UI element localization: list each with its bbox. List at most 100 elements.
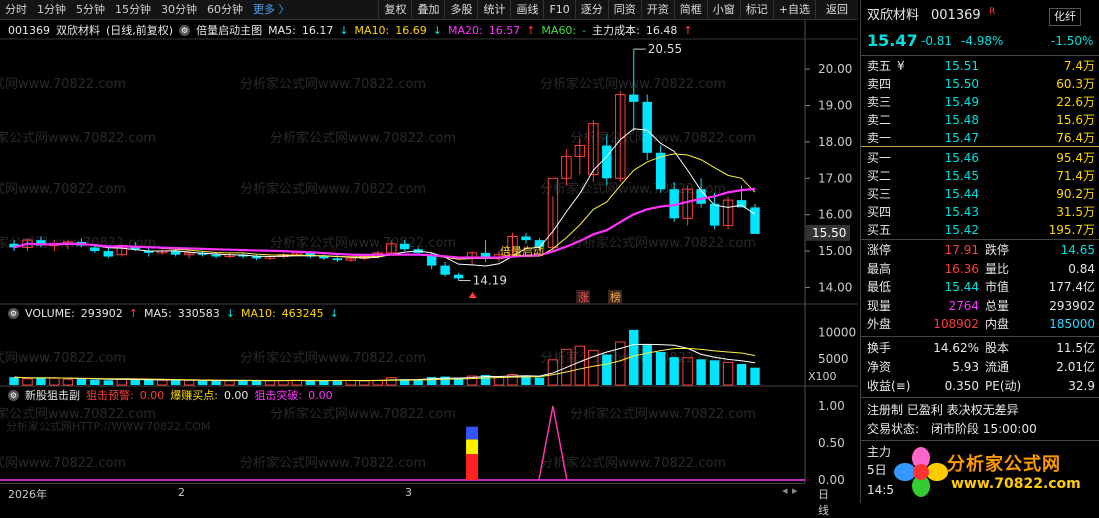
row-time: 14:5	[867, 483, 894, 497]
ask-label: 卖四	[867, 77, 892, 91]
flower-logo-icon	[894, 447, 948, 497]
period-label[interactable]: 日线	[818, 486, 829, 518]
status-value: 闭市阶段 15:00:00	[931, 422, 1037, 436]
volume-info: ⚙ VOLUME: 293902 ↑ MA5: 330583 ↓ MA10: 463245…	[0, 304, 805, 322]
indicator-info: ⚙ 新股狙击副 狙击预警: 0.00 爆赚买点: 0.00 狙击突破: 0.00	[0, 386, 805, 404]
stat-value: 14.62%	[933, 341, 979, 355]
stat-value: 2.01亿	[1056, 360, 1095, 374]
signal-bar-yellow	[466, 439, 479, 455]
ask-price: 15.48	[944, 113, 979, 127]
industry-tag[interactable]: 化纤	[1049, 8, 1081, 26]
stat-value: 177.4亿	[1048, 280, 1095, 294]
stat-value: 2764	[948, 298, 979, 313]
site-logo: 分析家公式网 www.70822.com	[891, 444, 1099, 500]
stat-value: 0.84	[1068, 261, 1095, 276]
price-change-pct: -4.98%	[961, 34, 1004, 48]
arrow-down-icon: ↓	[329, 306, 339, 320]
volume-bar	[197, 380, 208, 385]
indicator-axis-label: 0.50	[818, 436, 845, 450]
settings-icon[interactable]: ⚙	[8, 389, 19, 401]
candle-body	[103, 251, 114, 257]
volume-bar	[750, 367, 760, 385]
vol-ma5-value: 330583	[177, 306, 220, 320]
x-axis: 2026年 2 3 ◂ ▸ 日线	[0, 483, 829, 517]
candle-body	[440, 265, 450, 275]
volume-bar	[170, 380, 181, 385]
volume-bar	[36, 377, 46, 385]
volume-bar	[76, 378, 87, 385]
candle-body	[521, 236, 531, 241]
volume-bar	[386, 377, 397, 386]
price-chart[interactable]: 分析家公式网www.70822.com 分析家公式网www.70822.com 分析…	[0, 0, 858, 503]
scroll-right-icon[interactable]: ▸	[792, 484, 798, 497]
ask-row: 卖五 ¥15.51 7.4万	[861, 57, 1099, 75]
bid-label: 买一	[867, 151, 892, 165]
bid-price: 15.44	[944, 187, 979, 201]
watermark-text: 分析家公式网www.70822.com	[270, 130, 456, 146]
volume-bar	[22, 378, 33, 386]
ask-volume: 60.3万	[1056, 77, 1095, 91]
ask-volume: 15.6万	[1056, 113, 1095, 127]
bid-price: 15.45	[944, 169, 979, 183]
watermark-text: 分析家公式网www.70822.com	[570, 235, 756, 251]
arrow-down-icon: ↓	[225, 306, 235, 320]
volume-bar	[602, 354, 612, 385]
bid-row: 买三 15.44 90.2万	[861, 185, 1099, 203]
price-change: -0.81	[921, 34, 953, 48]
high-annotation: 20.55	[648, 42, 682, 56]
stat-row: 外盘 108902 内盘 185000	[861, 315, 1099, 333]
buy-point-label: 爆赚买点:	[170, 389, 218, 402]
scroll-left-icon[interactable]: ◂	[782, 484, 788, 497]
volume-bar	[534, 377, 545, 385]
stat-label: 总量	[985, 298, 1010, 313]
stat-row: 换手 14.62% 股本 11.5亿	[861, 339, 1099, 357]
ask-volume: 22.6万	[1056, 95, 1095, 109]
row-main: 主力	[867, 445, 892, 459]
watermark-text: 分析家公式网www.70822.com	[570, 406, 756, 422]
volume-bar	[736, 364, 747, 385]
indicator2-name[interactable]: 新股狙击副	[25, 387, 80, 403]
stat-row: 现量 2764 总量 293902	[861, 297, 1099, 315]
volume-axis-label: 10000	[818, 326, 856, 340]
current-price: 15.47	[867, 31, 918, 50]
watermark-small: 分析家公式网HTTP://WWW.70822.COM	[6, 419, 210, 433]
volume-bar	[709, 360, 720, 385]
stat-value: 108902	[933, 317, 979, 331]
candle-body	[642, 101, 652, 153]
stat-label: 涨停	[867, 243, 892, 257]
volume-bar	[116, 378, 127, 386]
status-label: 交易状态:	[867, 422, 920, 436]
candle-body	[709, 203, 720, 226]
candle-body	[453, 274, 464, 279]
zhang-badge: 涨	[578, 291, 589, 304]
stat-row: 净资 5.93 流通 2.01亿	[861, 358, 1099, 376]
candle-body	[251, 256, 262, 259]
breakout-value: 0.00	[308, 388, 333, 402]
stat-value: 17.91	[944, 243, 979, 257]
settings-icon[interactable]: ⚙	[8, 307, 19, 319]
ask-price: 15.47	[944, 131, 979, 145]
stat-value: 0.350	[944, 379, 979, 393]
volume-bar	[264, 380, 276, 386]
stat-label: 跌停	[985, 243, 1010, 257]
bid-price: 15.43	[944, 205, 979, 219]
stat-label: 现量	[867, 298, 892, 313]
bid-label: 买五	[867, 223, 892, 237]
volume-bar	[183, 379, 195, 386]
bid-row: 买四 15.43 31.5万	[861, 203, 1099, 221]
stat-value: 293902	[1049, 298, 1095, 313]
price-axis-label: 20.00	[818, 62, 852, 76]
bid-volume: 195.7万	[1048, 223, 1095, 237]
signal-bar-red	[466, 454, 479, 480]
ask-price: 15.49	[944, 95, 979, 109]
watermark-text: 分析家公式网www.70822.com	[0, 350, 126, 366]
quote-name: 双欣材料	[867, 8, 920, 23]
quote-panel: 双欣材料 001369 R 化纤 15.47 -0.81 -4.98% -1.5…	[860, 0, 1099, 503]
candle-body	[90, 247, 100, 252]
watermark-text: 分析家公式网www.70822.com	[270, 235, 456, 251]
bid-volume: 95.4万	[1056, 151, 1095, 165]
price-axis-label: 19.00	[818, 99, 852, 113]
price-axis-label: 15.00	[818, 244, 852, 258]
ask-label: 卖五	[867, 59, 892, 73]
start-annotation: 倍量启动	[500, 244, 544, 258]
